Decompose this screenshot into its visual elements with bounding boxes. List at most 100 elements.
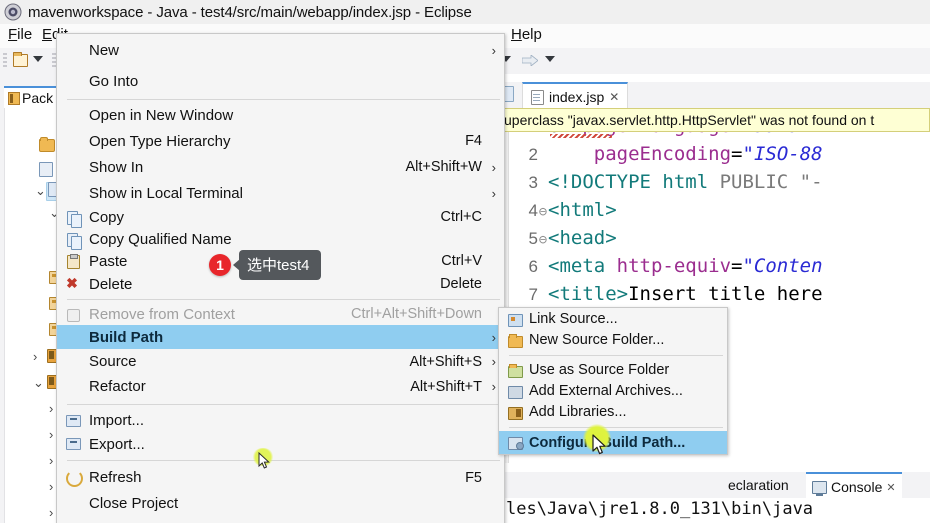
tree-node-file[interactable] xyxy=(5,158,63,180)
menu-item-copy-accel: Ctrl+C xyxy=(440,209,483,225)
submenu-separator-1 xyxy=(499,351,727,359)
menu-item-refactor-label: Refactor xyxy=(89,378,146,395)
tree-node-library-2[interactable]: ⌄ xyxy=(5,372,63,394)
refresh-icon xyxy=(65,469,83,487)
menu-item-build-path[interactable]: Build Path › xyxy=(57,325,504,349)
menu-separator-3 xyxy=(57,399,504,409)
menu-item-remove-from-context-accel: Ctrl+Alt+Shift+Down xyxy=(351,306,482,322)
tree-node-package[interactable]: ⌄ xyxy=(5,202,77,224)
error-squiggle xyxy=(550,134,612,138)
menu-item-open-in-new-window-label: Open in New Window xyxy=(89,107,234,124)
submenu-item-add-external-archives[interactable]: Add External Archives... xyxy=(499,380,727,401)
package-explorer-tree[interactable]: ⌄ ⌄ ⌄ › xyxy=(4,108,77,523)
menu-item-refresh-label: Refresh xyxy=(89,469,142,486)
code-line-3: 3 <!DOCTYPE html PUBLIC "- xyxy=(528,171,823,193)
eclipse-icon xyxy=(4,3,22,21)
tab-console-label: Console xyxy=(831,479,883,495)
menu-item-close-project-label: Close Project xyxy=(89,494,179,512)
menu-separator-2 xyxy=(57,296,504,303)
menu-item-close-unrelated-projects[interactable]: Close Unrelated Projects xyxy=(57,516,504,523)
chevron-right-icon: › xyxy=(491,354,496,369)
code-line-5: 5⊖<head> xyxy=(528,227,617,249)
menu-item-go-into[interactable]: Go Into xyxy=(57,66,504,96)
menu-item-paste-label: Paste xyxy=(89,252,128,270)
submenu-item-link-source[interactable]: Link Source... xyxy=(499,308,727,329)
menu-item-export[interactable]: Export... xyxy=(57,432,504,456)
console-line-1: les\Java\jre1.8.0_131\bin\java xyxy=(506,499,814,519)
menu-item-copy-qualified-name[interactable]: Copy Qualified Name xyxy=(57,228,504,250)
jsp-file-icon xyxy=(531,89,544,105)
menu-item-show-in-accel: Alt+Shift+W xyxy=(405,159,482,175)
add-external-archives-icon xyxy=(507,384,523,399)
tree-node-expander[interactable]: ⌄ xyxy=(5,224,72,246)
menu-item-delete-label: Delete xyxy=(89,275,133,293)
tab-index-jsp[interactable]: index.jsp ✕ xyxy=(522,82,629,110)
new-source-folder-icon xyxy=(507,333,523,348)
submenu-item-add-libraries-label: Add Libraries... xyxy=(529,404,627,420)
submenu-item-configure-build-path[interactable]: Configure Build Path... xyxy=(499,431,727,454)
menu-item-delete-accel: Delete xyxy=(440,276,482,292)
menu-item-copy-label: Copy xyxy=(89,208,125,226)
toolbar-drag-handle[interactable] xyxy=(3,53,7,68)
menu-item-build-path-label: Build Path xyxy=(89,328,164,346)
menu-item-open-in-new-window[interactable]: Open in New Window xyxy=(57,103,504,128)
tree-node-leaf-4[interactable]: › xyxy=(5,476,63,498)
menu-item-source[interactable]: Source Alt+Shift+S › xyxy=(57,349,504,374)
title-bar: mavenworkspace - Java - test4/src/main/w… xyxy=(0,0,930,24)
tree-node-library[interactable]: › xyxy=(5,346,63,368)
menu-item-open-type-hierarchy[interactable]: Open Type Hierarchy F4 xyxy=(57,128,504,154)
menu-item-close-project[interactable]: Close Project xyxy=(57,490,504,516)
new-wizard-dropdown-icon[interactable] xyxy=(33,56,43,62)
close-icon[interactable]: ✕ xyxy=(609,90,619,104)
tree-node-package-4[interactable] xyxy=(5,320,71,342)
tree-node-folder[interactable] xyxy=(5,136,63,158)
submenu-item-link-source-label: Link Source... xyxy=(529,310,618,327)
build-path-submenu[interactable]: Link Source... New Source Folder... Use … xyxy=(498,307,728,455)
menu-item-show-in[interactable]: Show In Alt+Shift+W › xyxy=(57,154,504,180)
new-wizard-button[interactable] xyxy=(10,51,30,70)
copy-qualified-icon xyxy=(65,232,82,250)
menu-item-refresh[interactable]: Refresh F5 xyxy=(57,465,504,490)
menu-item-show-in-local-terminal[interactable]: Show in Local Terminal › xyxy=(57,180,504,206)
menu-item-source-accel: Alt+Shift+S xyxy=(409,353,482,370)
window-title: mavenworkspace - Java - test4/src/main/w… xyxy=(28,3,472,21)
submenu-item-add-external-archives-label: Add External Archives... xyxy=(529,382,683,399)
tree-node-leaf-5[interactable]: › xyxy=(5,502,63,523)
menu-item-source-label: Source xyxy=(89,353,137,370)
console-output[interactable]: les\Java\jre1.8.0_131\bin\java - - - - -… xyxy=(496,498,930,523)
delete-icon: ✖ xyxy=(66,275,78,291)
code-line-7: 7 <title>Insert title here xyxy=(528,283,823,305)
tree-node-leaf-2[interactable]: › xyxy=(5,424,63,446)
menu-item-show-in-label: Show In xyxy=(89,158,144,176)
submenu-item-use-as-source-folder[interactable]: Use as Source Folder xyxy=(499,359,727,380)
submenu-item-new-source-folder[interactable]: New Source Folder... xyxy=(499,329,727,351)
editor-hover-tooltip-text: superclass "javax.servlet.http.HttpServl… xyxy=(497,112,875,128)
tree-node-package-2[interactable] xyxy=(5,268,65,290)
tab-console[interactable]: Console ✕ xyxy=(806,472,902,500)
console-close-icon[interactable]: ✕ xyxy=(886,481,895,494)
menu-item-paste-accel: Ctrl+V xyxy=(441,253,482,269)
menu-item-new[interactable]: New › xyxy=(57,34,504,66)
menu-item-import[interactable]: Import... xyxy=(57,409,504,432)
tree-node-leaf-1[interactable]: › xyxy=(5,398,63,420)
chevron-right-icon: › xyxy=(491,42,496,58)
chevron-right-icon: › xyxy=(491,185,496,201)
tab-declaration[interactable]: eclaration xyxy=(728,472,789,498)
chevron-right-icon: › xyxy=(491,329,496,345)
code-line-4: 4⊖<html> xyxy=(528,199,617,221)
menu-item-copy[interactable]: Copy Ctrl+C xyxy=(57,206,504,228)
menu-help[interactable]: Help xyxy=(511,26,542,43)
menu-file[interactable]: File xyxy=(8,26,32,43)
forward-dropdown-icon[interactable] xyxy=(545,56,555,62)
forward-arrow-icon[interactable] xyxy=(522,55,538,66)
submenu-item-add-libraries[interactable]: Add Libraries... xyxy=(499,401,727,423)
menu-item-refactor[interactable]: Refactor Alt+Shift+T › xyxy=(57,374,504,399)
use-as-source-folder-icon xyxy=(507,363,523,378)
tree-node-leaf-3[interactable]: › xyxy=(5,450,63,472)
tree-node-package-3[interactable] xyxy=(5,294,65,316)
submenu-item-new-source-folder-label: New Source Folder... xyxy=(529,332,665,348)
menu-item-refactor-accel: Alt+Shift+T xyxy=(410,378,482,395)
paste-icon xyxy=(65,254,81,269)
tab-package-explorer[interactable]: Pack xyxy=(4,86,62,110)
tree-node-project-test4[interactable]: ⌄ xyxy=(5,180,69,202)
